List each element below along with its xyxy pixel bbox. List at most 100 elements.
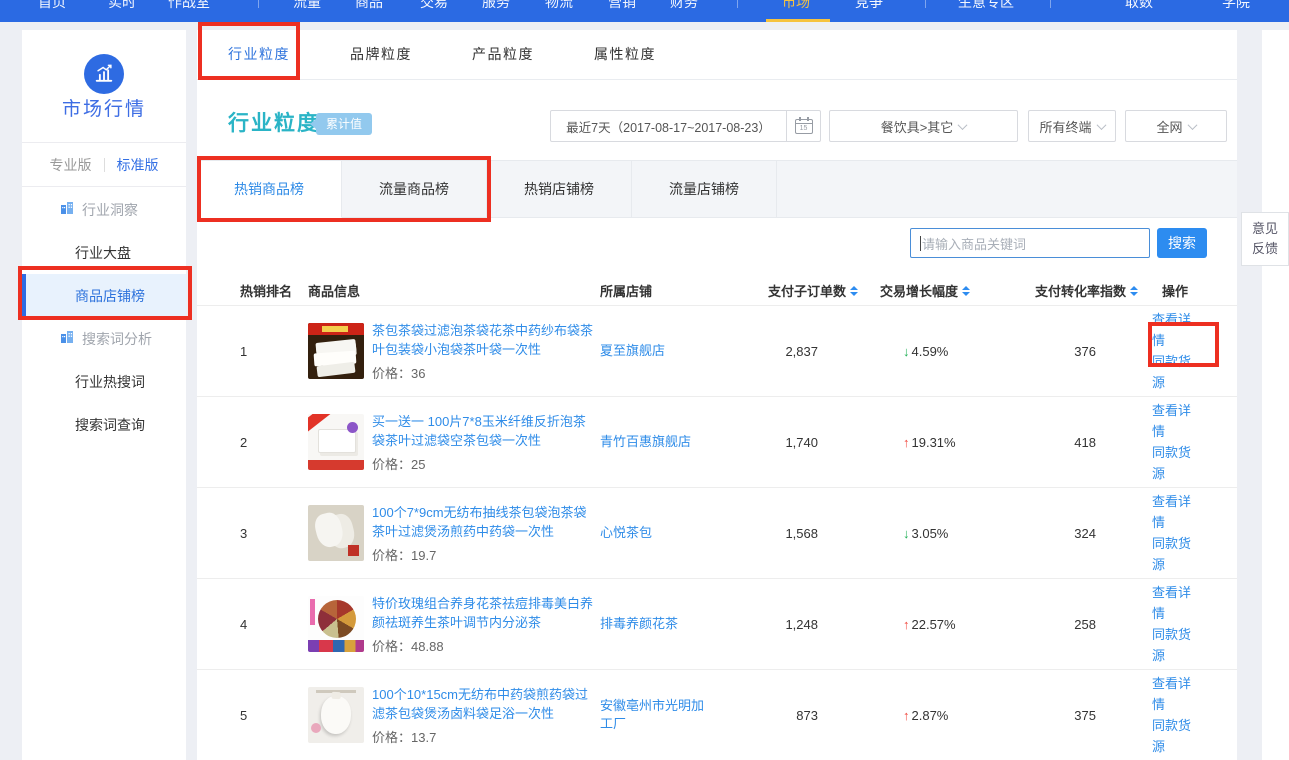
sidebar-item-search-word-query[interactable]: 搜索词查询 bbox=[22, 403, 186, 446]
tab-industry-granularity[interactable]: 行业粒度 bbox=[228, 30, 290, 79]
app-logo bbox=[84, 54, 124, 94]
nav-item-marketing[interactable]: 营销 bbox=[608, 0, 636, 13]
shop-link[interactable]: 排毒养颜花茶 bbox=[600, 615, 720, 633]
product-price: 价格：19.7 bbox=[372, 545, 598, 564]
product-price: 价格：48.88 bbox=[372, 636, 598, 655]
nav-item-realtime[interactable]: 实时 bbox=[108, 0, 136, 13]
growth-value: 4.59% bbox=[912, 344, 949, 359]
search-input[interactable]: 请输入商品关键词 bbox=[910, 228, 1150, 258]
nav-item-warroom[interactable]: 作战室 bbox=[168, 0, 210, 13]
product-image[interactable] bbox=[308, 596, 364, 652]
subtab-hot-shop-rank[interactable]: 热销店铺榜 bbox=[487, 161, 632, 218]
sidebar-item-industry-overview[interactable]: 行业大盘 bbox=[22, 231, 186, 274]
nav-item-finance[interactable]: 财务 bbox=[670, 0, 698, 13]
rank-value: 4 bbox=[240, 617, 308, 632]
feedback-button[interactable]: 意见反馈 bbox=[1241, 212, 1289, 266]
nav-item-data[interactable]: 取数 bbox=[1125, 0, 1153, 13]
orders-value: 1,248 bbox=[720, 617, 818, 632]
version-tab-standard[interactable]: 标准版 bbox=[117, 155, 159, 175]
sort-icon[interactable] bbox=[962, 286, 970, 296]
cumulative-badge: 累计值 bbox=[316, 113, 372, 135]
network-dropdown[interactable]: 全网 bbox=[1125, 110, 1227, 142]
sidebar-group-search-analysis[interactable]: 搜索词分析 bbox=[22, 317, 186, 360]
search-button[interactable]: 搜索 bbox=[1157, 228, 1207, 258]
view-detail-link[interactable]: 查看详情 bbox=[1152, 309, 1194, 351]
product-title-link[interactable]: 100个7*9cm无纺布抽线茶包袋泡茶袋茶叶过滤煲汤煎药中药袋一次性 bbox=[372, 503, 598, 541]
nav-item-product[interactable]: 商品 bbox=[355, 0, 383, 13]
nav-item-traffic[interactable]: 流量 bbox=[293, 0, 321, 13]
nav-item-logistics[interactable]: 物流 bbox=[545, 0, 573, 13]
product-image[interactable] bbox=[308, 505, 364, 561]
shop-link[interactable]: 青竹百惠旗舰店 bbox=[600, 433, 720, 451]
tab-brand-granularity[interactable]: 品牌粒度 bbox=[350, 30, 412, 79]
product-title-link[interactable]: 茶包茶袋过滤泡茶袋花茶中药纱布袋茶叶包装袋小泡袋茶叶袋一次性 bbox=[372, 321, 598, 359]
product-text: 特价玫瑰组合养身花茶祛痘排毒美白养颜祛斑养生茶叶调节内分泌茶 价格：48.88 bbox=[372, 594, 598, 655]
subtab-filler bbox=[777, 161, 1237, 218]
growth-cell: ↑2.87% bbox=[818, 708, 1003, 723]
rank-value: 1 bbox=[240, 344, 308, 359]
action-cell: 查看详情 同款货源 bbox=[1096, 582, 1194, 666]
same-supply-link[interactable]: 同款货源 bbox=[1152, 533, 1194, 575]
growth-value: 2.87% bbox=[912, 708, 949, 723]
sidebar-item-product-shop-rank[interactable]: 商品店铺榜 bbox=[22, 274, 186, 317]
subtab-traffic-shop-rank[interactable]: 流量店铺榜 bbox=[632, 161, 777, 218]
subtab-hot-product-rank[interactable]: 热销商品榜 bbox=[197, 161, 342, 218]
view-detail-link[interactable]: 查看详情 bbox=[1152, 582, 1194, 624]
product-info-cell: 买一送一 100片7*8玉米纤维反折泡茶袋茶叶过滤袋空茶包袋一次性 价格：25 bbox=[308, 412, 600, 473]
view-detail-link[interactable]: 查看详情 bbox=[1152, 673, 1194, 715]
conversion-index-value: 376 bbox=[1003, 344, 1096, 359]
chevron-down-icon bbox=[1187, 120, 1197, 130]
view-detail-link[interactable]: 查看详情 bbox=[1152, 491, 1194, 533]
shop-link[interactable]: 心悦茶包 bbox=[600, 524, 720, 542]
sidebar: 市场行情 专业版 标准版 行业洞察 行业大盘 商品店铺榜 bbox=[22, 30, 186, 760]
col-product-header: 商品信息 bbox=[308, 281, 600, 300]
product-title-link[interactable]: 特价玫瑰组合养身花茶祛痘排毒美白养颜祛斑养生茶叶调节内分泌茶 bbox=[372, 594, 598, 632]
chevron-down-icon bbox=[1096, 120, 1106, 130]
growth-arrow-icon: ↑ bbox=[903, 435, 910, 450]
product-image[interactable] bbox=[308, 414, 364, 470]
nav-item-home[interactable]: 首页 bbox=[38, 0, 66, 13]
page-header: 行业粒度 累计值 最近7天（2017-08-17~2017-08-23） 15 … bbox=[197, 80, 1237, 160]
same-supply-link[interactable]: 同款货源 bbox=[1152, 715, 1194, 757]
nav-item-biz-zone[interactable]: 生意专区 bbox=[958, 0, 1014, 13]
growth-cell: ↑22.57% bbox=[818, 617, 1003, 632]
product-image[interactable] bbox=[308, 687, 364, 743]
tab-attribute-granularity[interactable]: 属性粒度 bbox=[594, 30, 656, 79]
rank-value: 3 bbox=[240, 526, 308, 541]
nav-divider bbox=[925, 0, 926, 8]
same-supply-link[interactable]: 同款货源 bbox=[1152, 624, 1194, 666]
col-orders-header: 支付子订单数 bbox=[720, 281, 858, 300]
same-supply-link[interactable]: 同款货源 bbox=[1152, 351, 1194, 393]
sidebar-group-industry-insight[interactable]: 行业洞察 bbox=[22, 188, 186, 231]
product-image[interactable] bbox=[308, 323, 364, 379]
rank-subtabs: 热销商品榜 流量商品榜 热销店铺榜 流量店铺榜 bbox=[197, 160, 1237, 218]
shop-link[interactable]: 安徽亳州市光明加工厂 bbox=[600, 697, 720, 733]
shop-link[interactable]: 夏至旗舰店 bbox=[600, 342, 720, 360]
sidebar-menu: 行业洞察 行业大盘 商品店铺榜 搜索词分析 行业热搜词 搜索词查询 bbox=[22, 188, 186, 446]
nav-item-market[interactable]: 市场 bbox=[782, 0, 810, 13]
product-info-cell: 100个10*15cm无纺布中药袋煎药袋过滤茶包袋煲汤卤料袋足浴一次性 价格：1… bbox=[308, 685, 600, 746]
nav-item-compete[interactable]: 竞争 bbox=[855, 0, 883, 13]
date-range-picker[interactable]: 最近7天（2017-08-17~2017-08-23） 15 bbox=[550, 110, 821, 142]
nav-item-academy[interactable]: 学院 bbox=[1222, 0, 1250, 13]
growth-value: 19.31% bbox=[912, 435, 956, 450]
orders-value: 873 bbox=[720, 708, 818, 723]
product-title-link[interactable]: 买一送一 100片7*8玉米纤维反折泡茶袋茶叶过滤袋空茶包袋一次性 bbox=[372, 412, 598, 450]
right-strip bbox=[1262, 30, 1289, 760]
growth-cell: ↑19.31% bbox=[818, 435, 1003, 450]
product-title-link[interactable]: 100个10*15cm无纺布中药袋煎药袋过滤茶包袋煲汤卤料袋足浴一次性 bbox=[372, 685, 598, 723]
terminal-value: 所有终端 bbox=[1039, 117, 1091, 136]
sort-icon[interactable] bbox=[1130, 286, 1138, 296]
nav-item-service[interactable]: 服务 bbox=[482, 0, 510, 13]
view-detail-link[interactable]: 查看详情 bbox=[1152, 400, 1194, 442]
same-supply-link[interactable]: 同款货源 bbox=[1152, 442, 1194, 484]
sort-icon[interactable] bbox=[850, 286, 858, 296]
category-dropdown[interactable]: 餐饮具>其它 bbox=[829, 110, 1018, 142]
tab-product-granularity[interactable]: 产品粒度 bbox=[472, 30, 534, 79]
subtab-traffic-product-rank[interactable]: 流量商品榜 bbox=[342, 161, 487, 218]
terminal-dropdown[interactable]: 所有终端 bbox=[1028, 110, 1116, 142]
conversion-index-value: 258 bbox=[1003, 617, 1096, 632]
nav-item-trade[interactable]: 交易 bbox=[420, 0, 448, 13]
version-tab-pro[interactable]: 专业版 bbox=[50, 155, 92, 175]
sidebar-item-hot-search-words[interactable]: 行业热搜词 bbox=[22, 360, 186, 403]
